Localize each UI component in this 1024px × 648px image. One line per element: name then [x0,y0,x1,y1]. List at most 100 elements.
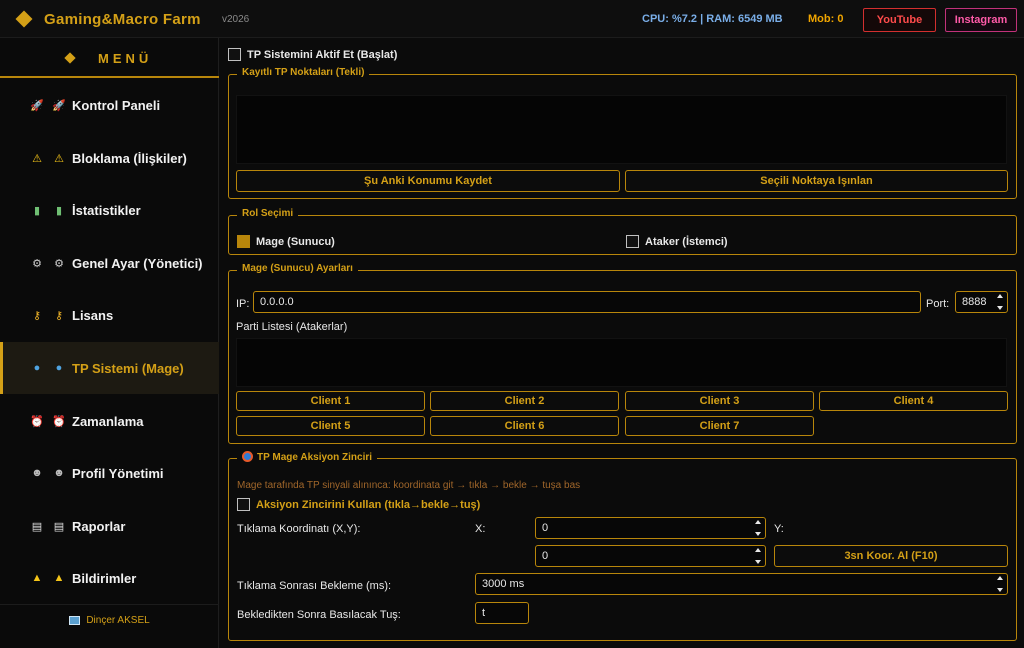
party-list[interactable] [236,338,1007,387]
action-chain-title-text: TP Mage Aksiyon Zinciri [257,452,373,463]
clipboard-icon: ▤ [31,520,43,533]
use-action-chain-checkbox[interactable] [237,498,250,511]
sidebar-item-lisans[interactable]: ⚷ ⚷ Lisans [0,289,219,341]
sidebar-item-zamanlama[interactable]: ⏰ ⏰ Zamanlama [0,395,219,447]
save-position-button[interactable]: Şu Anki Konumu Kaydet [236,170,620,192]
teleport-to-point-button[interactable]: Seçili Noktaya Işınlan [625,170,1008,192]
mob-counter: Mob: 0 [808,13,844,25]
client-2-button[interactable]: Client 2 [430,391,619,411]
globe-icon: ● [33,362,41,374]
sidebar-footer: Dinçer AKSEL [0,604,219,636]
port-stepper[interactable]: 8888 [955,291,1008,313]
x-coordinate-stepper[interactable]: 0 [535,517,766,539]
saved-tp-points-title: Kayıtlı TP Noktaları (Tekli) [237,67,370,78]
gear-icon: ⚙ [32,257,42,270]
globe-icon: ● [55,362,63,374]
tp-enable-checkbox[interactable] [228,48,241,61]
app-title: Gaming&Macro Farm [44,11,201,28]
role-selection-group: Rol Seçimi Mage (Sunucu) Ataker (İstemci… [228,208,1017,255]
mage-settings-title: Mage (Sunucu) Ayarları [237,263,358,274]
sidebar-item-bildirimler[interactable]: ▲ ▲ Bildirimler [0,552,219,604]
client-5-button[interactable]: Client 5 [236,416,425,436]
user-icon: ☻ [31,467,43,479]
use-action-chain-label: Aksiyon Zincirini Kullan (tıkla→bekle→tu… [256,499,481,511]
sidebar-item-label: Bildirimler [72,570,137,586]
client-3-button[interactable]: Client 3 [625,391,814,411]
role-selection-title: Rol Seçimi [237,208,299,219]
key-input[interactable]: t [475,602,529,624]
client-1-button[interactable]: Client 1 [236,391,425,411]
diamond-logo-icon [15,10,33,28]
sidebar-item-label: Profil Yönetimi [72,465,164,481]
port-spin-buttons[interactable] [996,294,1004,310]
sidebar-item-label: Genel Ayar (Yönetici) [72,255,203,271]
warning-icon: ⚠ [54,152,64,165]
sidebar-item-kontrol-paneli[interactable]: 🚀 🚀 Kontrol Paneli [0,79,219,131]
ip-label: IP: [236,298,250,310]
menu-header: MENÜ [0,38,219,78]
y-coordinate-stepper[interactable]: 0 [535,545,766,567]
wait-ms-stepper[interactable]: 3000 ms [475,573,1008,595]
app-version: v2026 [222,14,250,25]
menu-title: MENÜ [98,51,153,66]
ip-input[interactable]: 0.0.0.0 [253,291,921,313]
gear-icon: ⚙ [54,257,64,270]
port-label: Port: [926,298,950,310]
client-6-button[interactable]: Client 6 [430,416,619,436]
attacker-role-label: Ataker (İstemci) [645,236,728,248]
wait-after-click-label: Tıklama Sonrası Bekleme (ms): [237,580,392,592]
tp-points-list[interactable] [236,95,1007,164]
system-usage: CPU: %7.2 | RAM: 6549 MB [642,13,783,25]
sidebar-item-profil-yonetimi[interactable]: ☻ ☻ Profil Yönetimi [0,447,219,499]
sidebar-item-label: Raporlar [72,518,126,534]
key-after-wait-label: Bekledikten Sonra Basılacak Tuş: [237,609,401,621]
globe-icon [242,451,253,462]
action-chain-hint: Mage tarafında TP sinyali alınınca: koor… [237,480,581,491]
rocket-icon: 🚀 [30,99,44,112]
key-icon: ⚷ [32,309,42,322]
sidebar-item-raporlar[interactable]: ▤ ▤ Raporlar [0,500,219,552]
port-value: 8888 [962,296,987,308]
action-chain-title: TP Mage Aksiyon Zinciri [237,451,378,463]
wait-ms-value: 3000 ms [482,578,525,590]
bell-icon: ▲ [53,572,65,584]
x-label: X: [475,523,486,535]
saved-tp-points-group: Kayıtlı TP Noktaları (Tekli) Şu Anki Kon… [228,67,1017,199]
sidebar-item-label: Kontrol Paneli [72,97,161,113]
mage-settings-group: Mage (Sunucu) Ayarları IP: 0.0.0.0 Port:… [228,263,1017,444]
alarm-clock-icon: ⏰ [52,415,66,428]
y-spin-buttons[interactable] [754,548,762,564]
capture-coordinate-button[interactable]: 3sn Koor. Al (F10) [774,545,1008,567]
sidebar-item-label: Bloklama (İlişkiler) [72,150,187,166]
action-chain-group: TP Mage Aksiyon Zinciri Mage tarafında T… [228,451,1017,641]
y-label: Y: [774,523,784,535]
client-4-button[interactable]: Client 4 [819,391,1008,411]
mage-role-checkbox[interactable] [237,235,250,248]
rocket-icon: 🚀 [52,99,66,112]
x-coordinate-value: 0 [542,522,549,534]
main-panel: TP Sistemini Aktif Et (Başlat) Kayıtlı T… [220,38,1024,648]
sidebar-item-label: TP Sistemi (Mage) [72,360,184,376]
sidebar-item-istatistikler[interactable]: ▮ ▮ İstatistikler [0,184,219,236]
client-7-button[interactable]: Client 7 [625,416,814,436]
click-coordinate-label: Tıklama Koordinatı (X,Y): [237,523,361,535]
monitor-icon [69,616,81,625]
sidebar-item-bloklama[interactable]: ⚠ ⚠ Bloklama (İlişkiler) [0,132,219,184]
instagram-button[interactable]: Instagram [945,8,1017,32]
sidebar-item-label: Zamanlama [72,413,144,429]
author-name: Dinçer AKSEL [86,615,150,626]
chart-icon: ▮ [55,204,63,217]
key-icon: ⚷ [54,309,64,322]
sidebar-item-tp-sistemi[interactable]: ● ● TP Sistemi (Mage) [0,342,219,394]
sidebar-item-label: Lisans [72,307,114,323]
youtube-button[interactable]: YouTube [863,8,936,32]
bell-icon: ▲ [31,572,43,584]
attacker-role-checkbox[interactable] [626,235,639,248]
y-coordinate-value: 0 [542,550,549,562]
tp-enable-label: TP Sistemini Aktif Et (Başlat) [247,49,398,61]
sidebar: MENÜ 🚀 🚀 Kontrol Paneli ⚠ ⚠ Bloklama (İl… [0,38,219,648]
sidebar-item-genel-ayar[interactable]: ⚙ ⚙ Genel Ayar (Yönetici) [0,237,219,289]
x-spin-buttons[interactable] [754,520,762,536]
title-bar: Gaming&Macro Farm v2026 CPU: %7.2 | RAM:… [0,0,1024,38]
wait-spin-buttons[interactable] [996,576,1004,592]
